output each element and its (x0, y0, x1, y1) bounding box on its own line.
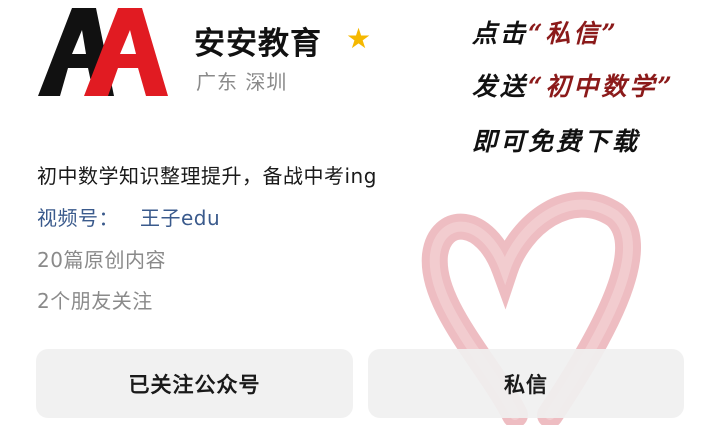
promo-line-1-quote: “私信” (528, 19, 619, 48)
star-icon: ★ (346, 22, 372, 55)
account-name: 安安教育 (194, 26, 322, 62)
promo-line-2-prefix: 发送 (472, 72, 529, 101)
promo-line-3: 即可免费下载 (472, 127, 641, 156)
promo-line-1-prefix: 点击 (472, 19, 529, 48)
followed-button[interactable]: 已关注公众号 (36, 349, 353, 418)
promo-line-1: 点击“私信” (472, 14, 619, 50)
message-button[interactable]: 私信 (368, 349, 684, 418)
account-intro: 初中数学知识整理提升，备战中考ing (37, 164, 377, 188)
brand-logo (38, 8, 168, 96)
friends-following-count[interactable]: 2个朋友关注 (37, 285, 153, 314)
promo-line-2: 发送“初中数学” (472, 67, 675, 103)
account-location: 广东 深圳 (196, 70, 288, 94)
promo-line-2-quote: “初中数学” (528, 72, 675, 101)
video-channel-link[interactable]: 王子edu (140, 202, 220, 231)
video-channel-label: 视频号： (37, 206, 119, 230)
original-articles-count[interactable]: 20篇原创内容 (37, 244, 166, 273)
